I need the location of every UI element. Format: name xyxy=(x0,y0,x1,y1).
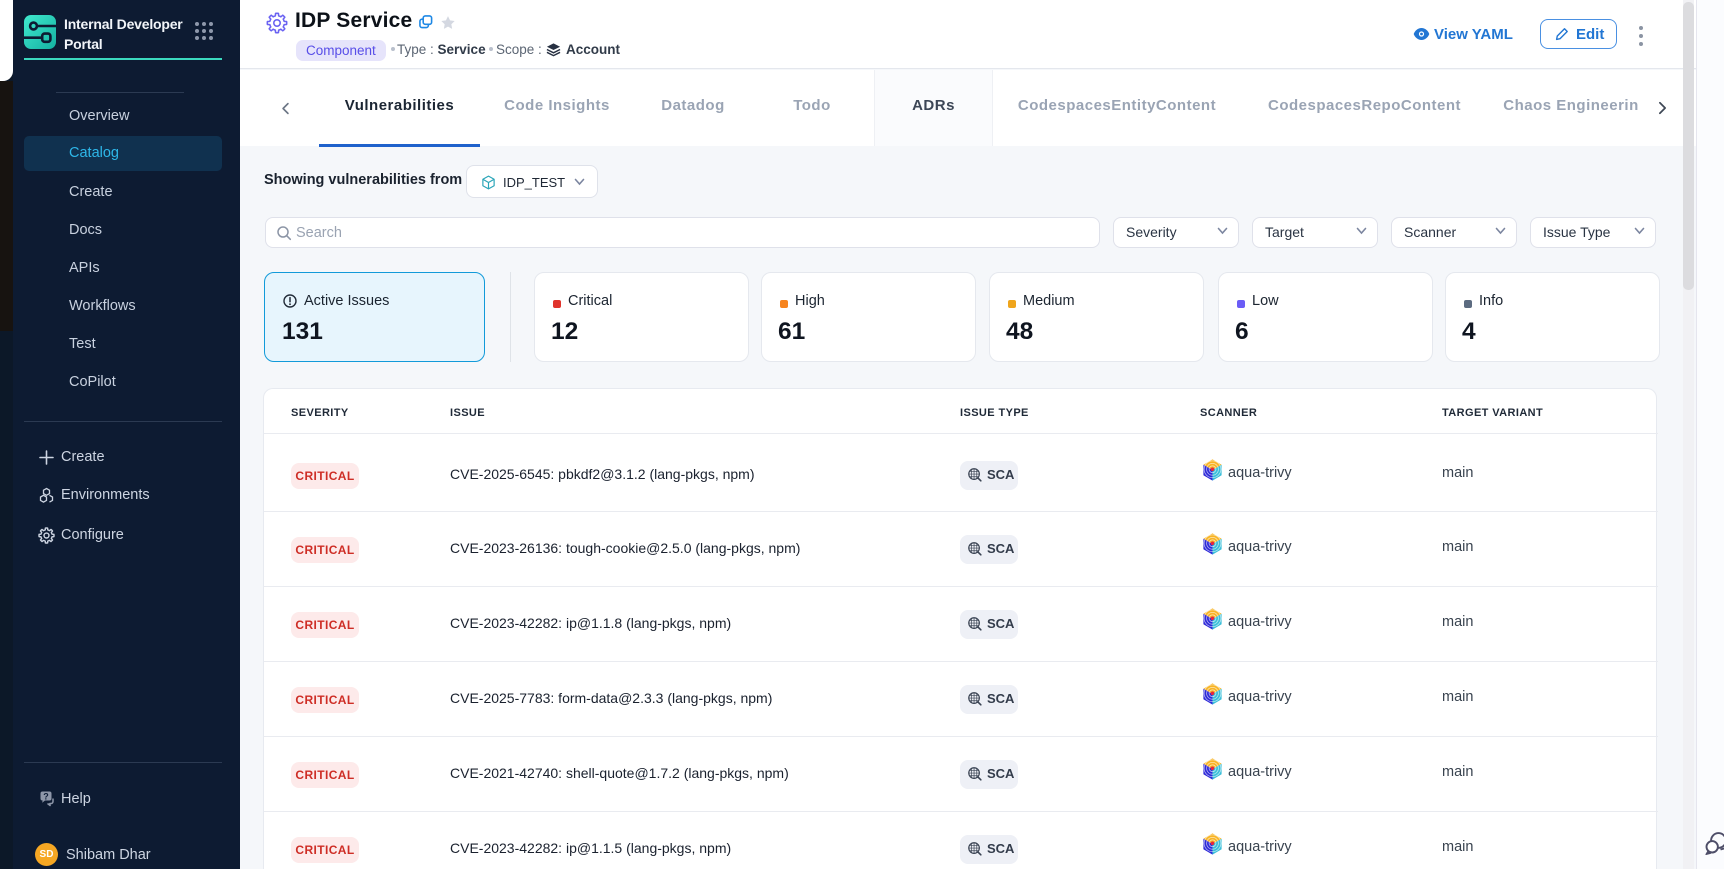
svg-text:?: ? xyxy=(43,792,49,802)
